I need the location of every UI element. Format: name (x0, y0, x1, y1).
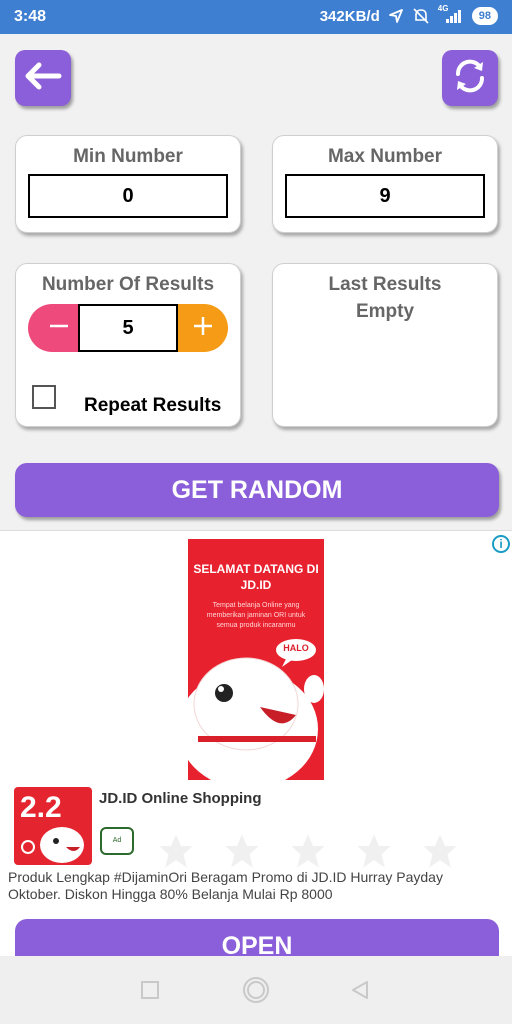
increment-button[interactable] (178, 304, 228, 352)
plus-icon (192, 315, 214, 342)
last-results-card: Last Results Empty (272, 263, 498, 427)
info-icon[interactable]: i (492, 535, 510, 553)
star-icon (225, 834, 259, 868)
arrow-left-icon (23, 60, 63, 97)
triangle-back-icon[interactable] (350, 980, 370, 1005)
ad-container[interactable]: i SELAMAT DATANG DI JD.ID Tempat belanja… (0, 530, 512, 956)
ad-description[interactable]: Produk Lengkap #DijaminOri Beragam Promo… (8, 869, 478, 903)
navigation-bar (0, 956, 512, 1024)
last-results-value: Empty (355, 301, 415, 322)
circle-icon[interactable] (242, 976, 270, 1009)
max-number-input[interactable]: 9 (285, 174, 485, 218)
last-results-title: Last Results (328, 274, 442, 295)
refresh-button[interactable] (442, 50, 498, 106)
signal-icon: 4G (438, 4, 464, 24)
ad-banner-image[interactable]: SELAMAT DATANG DI JD.ID Tempat belanja O… (188, 539, 324, 780)
results-count-input[interactable]: 5 (78, 304, 178, 352)
mascot-illustration (188, 639, 324, 780)
battery-indicator: 98 (471, 7, 498, 25)
number-of-results-title: Number Of Results (41, 274, 215, 295)
square-icon[interactable] (141, 981, 159, 1004)
get-random-button[interactable]: GET RANDOM (15, 463, 499, 517)
network-speed: 342KB/d (319, 7, 380, 25)
max-number-card: Max Number 9 (272, 135, 498, 233)
repeat-results-checkbox[interactable] (32, 385, 56, 409)
star-icon (291, 834, 325, 868)
ad-app-logo[interactable]: 2.2 (14, 787, 92, 865)
back-button[interactable] (15, 50, 71, 106)
number-of-results-card: Number Of Results 5 Repeat Results (15, 263, 241, 427)
repeat-results-label[interactable]: Repeat Results (84, 395, 221, 417)
max-number-title: Max Number (327, 146, 443, 167)
star-icon (159, 834, 193, 868)
min-number-card: Min Number 0 (15, 135, 241, 233)
ad-open-button[interactable]: OPEN (15, 919, 499, 956)
rating-stars (148, 831, 468, 871)
refresh-icon (450, 56, 490, 101)
status-time: 3:48 (14, 8, 47, 25)
muted-bell-icon (412, 7, 430, 25)
star-icon (357, 834, 391, 868)
location-icon (388, 8, 404, 24)
minus-icon (48, 315, 70, 342)
min-number-input[interactable]: 0 (28, 174, 228, 218)
ad-badge: Ad (100, 827, 134, 855)
min-number-title: Min Number (73, 146, 183, 167)
star-icon (423, 834, 457, 868)
status-bar: 3:48 342KB/d 4G 98 (0, 0, 512, 34)
ad-app-name[interactable]: JD.ID Online Shopping (99, 790, 262, 807)
ad-banner-mascot-text: HALO (283, 643, 309, 653)
